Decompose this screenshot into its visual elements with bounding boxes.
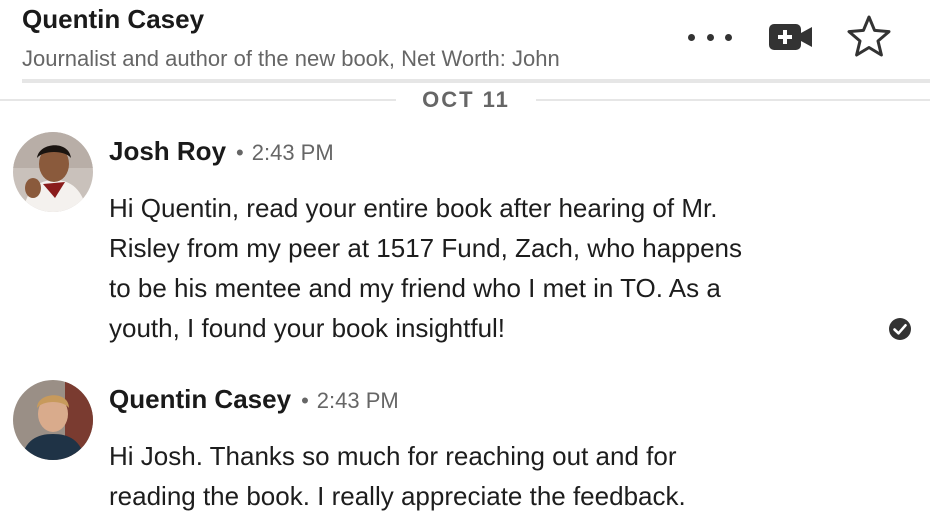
video-call-icon[interactable]: [768, 22, 814, 52]
conversation-header: Quentin Casey Journalist and author of t…: [0, 0, 930, 83]
message-timestamp: 2:43 PM: [251, 140, 334, 165]
avatar[interactable]: [13, 132, 93, 212]
contact-name[interactable]: Quentin Casey: [22, 4, 204, 35]
separator-dot: •: [301, 388, 309, 413]
message-timestamp: 2:43 PM: [316, 388, 399, 413]
read-receipt-check-icon: [889, 318, 911, 340]
avatar[interactable]: [13, 380, 93, 460]
contact-headline: Journalist and author of the new book, N…: [22, 46, 560, 71]
separator-dot: •: [236, 140, 244, 165]
more-horizontal-icon: [688, 33, 695, 41]
message-item: Josh Roy • 2:43 PM Hi Quentin, read your…: [0, 130, 930, 360]
message-item: Quentin Casey • 2:43 PM Hi Josh. Thanks …: [0, 378, 930, 532]
header-divider: [22, 79, 930, 83]
more-options-button[interactable]: [686, 20, 734, 54]
sender-name[interactable]: Quentin Casey: [109, 384, 291, 415]
message-body: Hi Josh. Thanks so much for reaching out…: [109, 441, 686, 511]
star-outline-icon[interactable]: [846, 14, 892, 60]
date-divider: OCT 11: [0, 86, 930, 114]
sender-name[interactable]: Josh Roy: [109, 136, 226, 167]
message-body: Hi Quentin, read your entire book after …: [109, 193, 742, 343]
date-label: OCT 11: [422, 87, 510, 112]
